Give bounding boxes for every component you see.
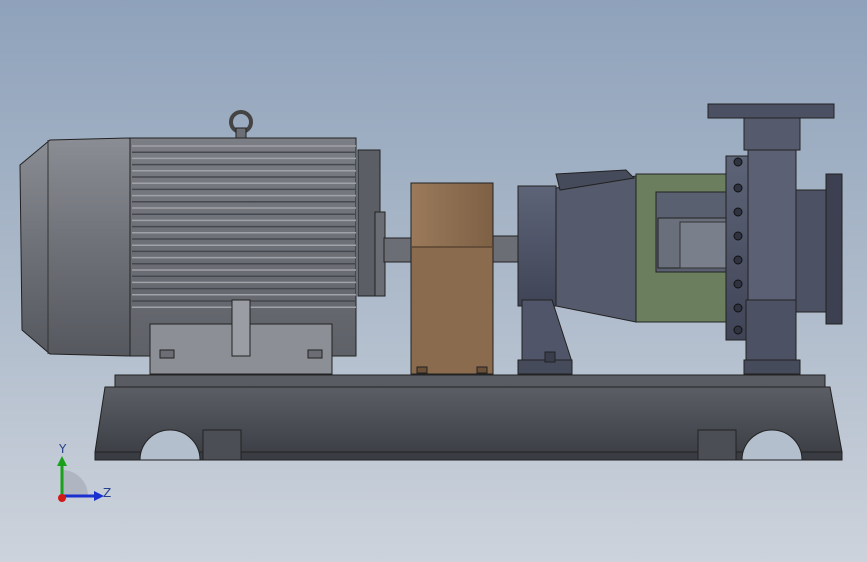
casing-bolt [733,303,743,313]
casing-bolt [733,183,743,193]
casing-bolt [733,231,743,241]
pump-casing[interactable] [707,103,843,375]
pump-assembly-model[interactable] [0,0,867,562]
coupling-guard[interactable] [410,182,494,375]
cad-viewport[interactable]: Y Z [0,0,867,562]
z-axis-label: Z [103,486,112,500]
casing-bolt [733,157,743,167]
casing-bolt [733,207,743,217]
x-axis-dot [58,494,66,502]
y-axis-label: Y [59,442,67,456]
base-frame[interactable] [94,374,843,461]
triad-plane [62,470,88,496]
electric-motor[interactable] [19,110,386,375]
y-axis-arrowhead [57,456,67,466]
lifting-eye-bolt [229,110,253,139]
motor-shaft [383,237,415,263]
casing-bolt [733,279,743,289]
adapter-frame[interactable] [635,173,729,323]
casing-bolt [733,255,743,265]
pump-shaft [489,235,523,263]
motor-cooling-fins [132,145,356,308]
discharge-flange[interactable] [707,103,835,119]
bearing-housing[interactable] [517,169,637,375]
casing-bolt [733,325,743,335]
